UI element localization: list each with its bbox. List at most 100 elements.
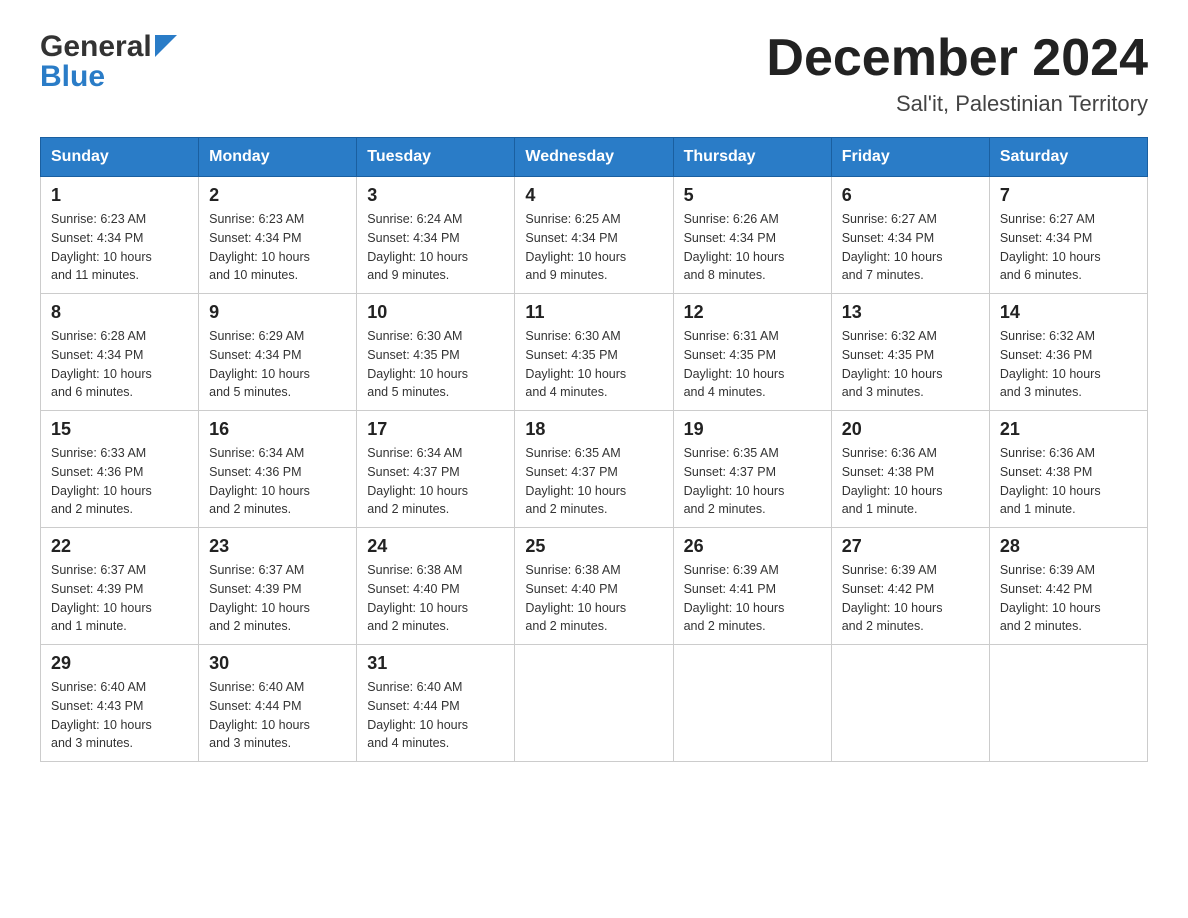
day-number: 18	[525, 419, 662, 440]
day-info: Sunrise: 6:33 AMSunset: 4:36 PMDaylight:…	[51, 444, 188, 519]
day-number: 26	[684, 536, 821, 557]
day-info: Sunrise: 6:39 AMSunset: 4:42 PMDaylight:…	[1000, 561, 1137, 636]
page-header: General Blue December 2024 Sal'it, Pales…	[40, 30, 1148, 117]
header-saturday: Saturday	[989, 138, 1147, 177]
table-row: 13 Sunrise: 6:32 AMSunset: 4:35 PMDaylig…	[831, 294, 989, 411]
day-info: Sunrise: 6:39 AMSunset: 4:41 PMDaylight:…	[684, 561, 821, 636]
table-row: 15 Sunrise: 6:33 AMSunset: 4:36 PMDaylig…	[41, 411, 199, 528]
table-row	[831, 645, 989, 762]
header-tuesday: Tuesday	[357, 138, 515, 177]
table-row: 25 Sunrise: 6:38 AMSunset: 4:40 PMDaylig…	[515, 528, 673, 645]
header-thursday: Thursday	[673, 138, 831, 177]
header-sunday: Sunday	[41, 138, 199, 177]
day-number: 20	[842, 419, 979, 440]
logo-first-line: General	[40, 30, 177, 64]
day-info: Sunrise: 6:34 AMSunset: 4:37 PMDaylight:…	[367, 444, 504, 519]
day-number: 27	[842, 536, 979, 557]
table-row: 10 Sunrise: 6:30 AMSunset: 4:35 PMDaylig…	[357, 294, 515, 411]
day-info: Sunrise: 6:37 AMSunset: 4:39 PMDaylight:…	[51, 561, 188, 636]
table-row: 14 Sunrise: 6:32 AMSunset: 4:36 PMDaylig…	[989, 294, 1147, 411]
day-number: 1	[51, 185, 188, 206]
calendar-week-5: 29 Sunrise: 6:40 AMSunset: 4:43 PMDaylig…	[41, 645, 1148, 762]
title-section: December 2024 Sal'it, Palestinian Territ…	[766, 30, 1148, 117]
day-info: Sunrise: 6:23 AMSunset: 4:34 PMDaylight:…	[209, 210, 346, 285]
table-row: 8 Sunrise: 6:28 AMSunset: 4:34 PMDayligh…	[41, 294, 199, 411]
table-row: 12 Sunrise: 6:31 AMSunset: 4:35 PMDaylig…	[673, 294, 831, 411]
logo-general-text: General	[40, 30, 152, 64]
calendar-table: Sunday Monday Tuesday Wednesday Thursday…	[40, 137, 1148, 762]
day-number: 23	[209, 536, 346, 557]
month-title: December 2024	[766, 30, 1148, 87]
day-info: Sunrise: 6:40 AMSunset: 4:44 PMDaylight:…	[367, 678, 504, 753]
header-monday: Monday	[199, 138, 357, 177]
day-info: Sunrise: 6:24 AMSunset: 4:34 PMDaylight:…	[367, 210, 504, 285]
table-row: 11 Sunrise: 6:30 AMSunset: 4:35 PMDaylig…	[515, 294, 673, 411]
day-number: 13	[842, 302, 979, 323]
table-row: 2 Sunrise: 6:23 AMSunset: 4:34 PMDayligh…	[199, 177, 357, 294]
day-info: Sunrise: 6:35 AMSunset: 4:37 PMDaylight:…	[684, 444, 821, 519]
day-info: Sunrise: 6:26 AMSunset: 4:34 PMDaylight:…	[684, 210, 821, 285]
day-info: Sunrise: 6:40 AMSunset: 4:43 PMDaylight:…	[51, 678, 188, 753]
logo-text-block: General Blue	[40, 30, 177, 94]
day-number: 17	[367, 419, 504, 440]
day-number: 3	[367, 185, 504, 206]
day-number: 8	[51, 302, 188, 323]
day-number: 6	[842, 185, 979, 206]
day-number: 9	[209, 302, 346, 323]
day-info: Sunrise: 6:28 AMSunset: 4:34 PMDaylight:…	[51, 327, 188, 402]
day-info: Sunrise: 6:25 AMSunset: 4:34 PMDaylight:…	[525, 210, 662, 285]
day-number: 2	[209, 185, 346, 206]
day-number: 14	[1000, 302, 1137, 323]
table-row: 28 Sunrise: 6:39 AMSunset: 4:42 PMDaylig…	[989, 528, 1147, 645]
day-info: Sunrise: 6:38 AMSunset: 4:40 PMDaylight:…	[367, 561, 504, 636]
table-row: 7 Sunrise: 6:27 AMSunset: 4:34 PMDayligh…	[989, 177, 1147, 294]
table-row: 18 Sunrise: 6:35 AMSunset: 4:37 PMDaylig…	[515, 411, 673, 528]
day-number: 16	[209, 419, 346, 440]
day-info: Sunrise: 6:27 AMSunset: 4:34 PMDaylight:…	[842, 210, 979, 285]
day-info: Sunrise: 6:34 AMSunset: 4:36 PMDaylight:…	[209, 444, 346, 519]
table-row: 23 Sunrise: 6:37 AMSunset: 4:39 PMDaylig…	[199, 528, 357, 645]
calendar-week-2: 8 Sunrise: 6:28 AMSunset: 4:34 PMDayligh…	[41, 294, 1148, 411]
day-info: Sunrise: 6:32 AMSunset: 4:35 PMDaylight:…	[842, 327, 979, 402]
day-number: 15	[51, 419, 188, 440]
table-row	[673, 645, 831, 762]
day-info: Sunrise: 6:36 AMSunset: 4:38 PMDaylight:…	[842, 444, 979, 519]
table-row: 27 Sunrise: 6:39 AMSunset: 4:42 PMDaylig…	[831, 528, 989, 645]
table-row: 9 Sunrise: 6:29 AMSunset: 4:34 PMDayligh…	[199, 294, 357, 411]
table-row: 17 Sunrise: 6:34 AMSunset: 4:37 PMDaylig…	[357, 411, 515, 528]
day-number: 25	[525, 536, 662, 557]
table-row: 4 Sunrise: 6:25 AMSunset: 4:34 PMDayligh…	[515, 177, 673, 294]
table-row: 22 Sunrise: 6:37 AMSunset: 4:39 PMDaylig…	[41, 528, 199, 645]
logo-triangle-icon	[155, 35, 177, 57]
day-number: 22	[51, 536, 188, 557]
day-info: Sunrise: 6:23 AMSunset: 4:34 PMDaylight:…	[51, 210, 188, 285]
day-number: 11	[525, 302, 662, 323]
day-info: Sunrise: 6:27 AMSunset: 4:34 PMDaylight:…	[1000, 210, 1137, 285]
table-row: 19 Sunrise: 6:35 AMSunset: 4:37 PMDaylig…	[673, 411, 831, 528]
table-row: 24 Sunrise: 6:38 AMSunset: 4:40 PMDaylig…	[357, 528, 515, 645]
day-number: 24	[367, 536, 504, 557]
day-number: 30	[209, 653, 346, 674]
table-row	[515, 645, 673, 762]
table-row	[989, 645, 1147, 762]
day-info: Sunrise: 6:31 AMSunset: 4:35 PMDaylight:…	[684, 327, 821, 402]
logo: General Blue	[40, 30, 177, 94]
header-friday: Friday	[831, 138, 989, 177]
header-wednesday: Wednesday	[515, 138, 673, 177]
table-row: 30 Sunrise: 6:40 AMSunset: 4:44 PMDaylig…	[199, 645, 357, 762]
day-number: 29	[51, 653, 188, 674]
day-number: 10	[367, 302, 504, 323]
day-number: 21	[1000, 419, 1137, 440]
day-info: Sunrise: 6:30 AMSunset: 4:35 PMDaylight:…	[525, 327, 662, 402]
day-info: Sunrise: 6:29 AMSunset: 4:34 PMDaylight:…	[209, 327, 346, 402]
day-info: Sunrise: 6:30 AMSunset: 4:35 PMDaylight:…	[367, 327, 504, 402]
day-info: Sunrise: 6:39 AMSunset: 4:42 PMDaylight:…	[842, 561, 979, 636]
day-info: Sunrise: 6:40 AMSunset: 4:44 PMDaylight:…	[209, 678, 346, 753]
day-info: Sunrise: 6:35 AMSunset: 4:37 PMDaylight:…	[525, 444, 662, 519]
day-number: 28	[1000, 536, 1137, 557]
calendar-header-row: Sunday Monday Tuesday Wednesday Thursday…	[41, 138, 1148, 177]
day-number: 7	[1000, 185, 1137, 206]
day-number: 31	[367, 653, 504, 674]
table-row: 5 Sunrise: 6:26 AMSunset: 4:34 PMDayligh…	[673, 177, 831, 294]
calendar-week-1: 1 Sunrise: 6:23 AMSunset: 4:34 PMDayligh…	[41, 177, 1148, 294]
